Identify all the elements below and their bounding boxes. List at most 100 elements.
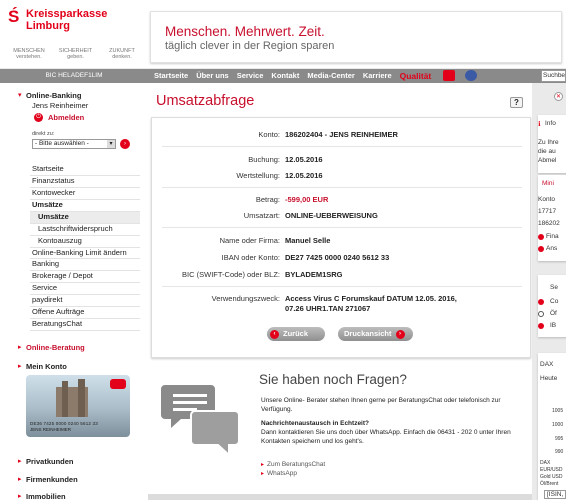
mini-konto-label: Konto (538, 196, 555, 203)
mini-konto-2[interactable]: 186202 (538, 220, 560, 227)
sidebar-item-offene-auftraege[interactable]: Offene Aufträge (30, 307, 140, 319)
market-row-gold[interactable]: Gold USD (540, 474, 563, 480)
value-umsatzart: ONLINE-UEBERWEISUNG (285, 211, 378, 220)
brand-name: Kreissparkasse Limburg (26, 8, 108, 32)
sidebar-item-startseite[interactable]: Startseite (30, 164, 140, 176)
banner-subline: täglich clever in der Region sparen (165, 40, 335, 52)
sidebar-item-brokerage[interactable]: Brokerage / Depot (30, 271, 140, 283)
nav-service[interactable]: Service (237, 69, 264, 83)
sidebar-item-finanzstatus[interactable]: Finanzstatus (30, 176, 140, 188)
market-heute[interactable]: Heute (540, 375, 557, 382)
sidebar-mein-konto[interactable]: Mein Konto (18, 362, 67, 371)
service-box: Se Co Öf IB (538, 275, 566, 337)
language-icon[interactable] (465, 70, 478, 81)
sidebar-privatkunden[interactable]: Privatkunden (18, 457, 73, 466)
mini-link-fina[interactable]: Fina (546, 233, 559, 240)
accessibility-icon[interactable] (443, 70, 456, 81)
sidebar-item-banking[interactable]: Banking (30, 259, 140, 271)
sidebar-subitem-umsaetze[interactable]: Umsätze (30, 212, 140, 224)
chat-bubbles-icon (161, 385, 240, 458)
service-co[interactable]: Co (550, 298, 558, 305)
banner-headline: Menschen. Mehrwert. Zeit. (165, 24, 325, 39)
power-icon: ⏻ (34, 113, 43, 122)
nav-kontakt[interactable]: Kontakt (271, 69, 299, 83)
questions-text-2: Dann kontaktieren Sie uns doch über What… (261, 429, 511, 445)
service-oe[interactable]: Öf (550, 310, 557, 317)
clock-icon (538, 311, 544, 317)
sidebar-item-limit[interactable]: Online-Banking Limit ändern (30, 248, 140, 259)
value-konto: 186202404 - JENS REINHEIMER (285, 130, 398, 139)
slogan-3: ZUKUNFT denken. (109, 48, 135, 60)
value-wertstellung: 12.05.2016 (285, 171, 323, 180)
header: Ś Kreissparkasse Limburg MENSCHEN verste… (0, 0, 566, 68)
sidebar-item-paydirekt[interactable]: paydirekt (30, 295, 140, 307)
nav-ueber-uns[interactable]: Über uns (196, 69, 229, 83)
card-holder: JENS REINHEIMER (30, 427, 72, 432)
questions-heading-2: Nachrichtenaustausch in Echtzeit? (261, 420, 369, 427)
print-button[interactable]: Druckansicht › (338, 327, 413, 341)
mini-link-ans[interactable]: Ans (546, 245, 557, 252)
transaction-details-panel: Konto: 186202404 - JENS REINHEIMER Buchu… (151, 117, 531, 358)
isin-search-input[interactable]: [ISIN, (544, 490, 566, 499)
sidebar-menu: Startseite Finanzstatus Kontowecker Umsä… (30, 164, 140, 331)
chart-tick-4: 990 (555, 449, 564, 455)
header-banner[interactable]: Menschen. Mehrwert. Zeit. täglich clever… (150, 11, 562, 63)
mini-konto-1[interactable]: 17717 (538, 208, 556, 215)
slogan-2: SICHERHEIT geben. (58, 48, 93, 60)
sidebar-item-kontowecker[interactable]: Kontowecker (30, 188, 140, 200)
mini-finanzstatus-box: Mini Konto 17717 186202 Fina Ans (538, 175, 566, 261)
nav-startseite[interactable]: Startseite (154, 69, 188, 83)
value-bic: BYLADEM1SRG (285, 270, 343, 279)
card-badge (110, 379, 126, 389)
slogan-1: MENSCHEN verstehen. (13, 48, 45, 60)
nav-media-center[interactable]: Media-Center (307, 69, 355, 83)
help-button[interactable]: ? (510, 97, 523, 108)
info-line-2: die au (538, 148, 556, 155)
arrow-left-icon: ‹ (270, 329, 279, 339)
finanzstatus-icon (538, 234, 544, 240)
back-button-label: Zurück (283, 329, 309, 338)
sidebar-subitem-lastschriftwiderspruch[interactable]: Lastschriftwiderspruch (30, 224, 140, 236)
link-beratungschat[interactable]: Zum BeratungsChat (261, 461, 325, 468)
sidebar-item-service[interactable]: Service (30, 283, 140, 295)
sidebar-item-umsaetze[interactable]: Umsätze (30, 200, 140, 212)
back-button[interactable]: ‹ Zurück (267, 327, 325, 341)
logout-button[interactable]: ⏻ Abmelden (34, 113, 84, 122)
info-title: Info (545, 120, 556, 127)
label-konto: Konto: (258, 130, 280, 139)
sidebar-subitem-kontoauszug[interactable]: Kontoauszug (30, 236, 140, 248)
market-row-dax[interactable]: DAX (540, 460, 550, 466)
close-icon[interactable]: ✕ (554, 92, 563, 101)
ib-icon (538, 323, 544, 329)
sidebar-online-beratung[interactable]: Online-Beratung (18, 343, 85, 352)
chart-tick-1: 1005 (552, 408, 564, 414)
quick-nav-select[interactable]: - Bitte auswählen - (32, 139, 116, 149)
sparkasse-logo[interactable]: Ś Kreissparkasse Limburg MENSCHEN verste… (8, 8, 143, 63)
info-line-1: Zu Ihre (538, 139, 559, 146)
sidebar-immobilien[interactable]: Immobilien (18, 492, 66, 500)
market-row-oel[interactable]: Öl/Brent (540, 481, 558, 487)
sparkasse-s-icon: Ś (8, 7, 20, 26)
service-ib[interactable]: IB (550, 322, 556, 329)
market-dax-title: DAX (540, 361, 554, 368)
label-buchung: Buchung: (248, 155, 280, 164)
arrow-right-icon: › (395, 329, 405, 339)
nav-karriere[interactable]: Karriere (363, 69, 392, 83)
right-sidebar: ✕ ℹ Info Zu Ihre die au Abmel Mini Konto… (532, 83, 566, 500)
sidebar-online-banking[interactable]: Online-Banking (18, 91, 81, 100)
footer-strip (148, 494, 532, 500)
info-box: ℹ Info Zu Ihre die au Abmel (538, 115, 566, 173)
link-whatsapp[interactable]: WhatsApp (261, 470, 297, 477)
value-verwendungszweck: Access Virus C Forumskauf DATUM 12.05. 2… (285, 294, 457, 313)
sidebar-firmenkunden[interactable]: Firmenkunden (18, 475, 78, 484)
go-arrow-icon[interactable]: › (120, 139, 130, 149)
sidebar-item-beratungschat[interactable]: BeratungsChat (30, 319, 140, 331)
nav-qualitaet[interactable]: Qualität (400, 69, 432, 83)
service-title: Se (550, 284, 558, 291)
value-iban: DE27 7425 0000 0240 5612 33 (285, 253, 390, 262)
value-name: Manuel Selle (285, 236, 331, 245)
label-bic: BIC (SWIFT-Code) oder BLZ: (182, 270, 280, 279)
market-row-eur[interactable]: EUR/USD (540, 467, 563, 473)
ansicht-icon (538, 246, 544, 252)
search-input[interactable]: Suchbe (541, 70, 566, 82)
